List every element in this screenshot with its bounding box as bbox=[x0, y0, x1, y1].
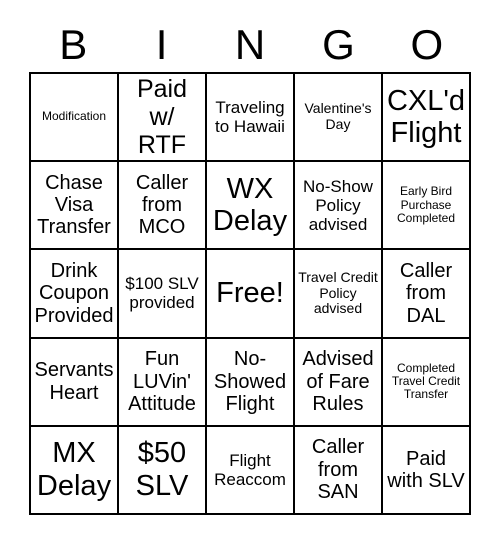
bingo-cell-label: $50 SLV bbox=[135, 437, 189, 502]
bingo-cell[interactable]: CXL'd Flight bbox=[383, 74, 471, 163]
bingo-cell-label: Flight Reaccom bbox=[214, 450, 286, 489]
bingo-cell-label: Travel Credit Policy advised bbox=[298, 268, 378, 317]
header-letter-n: N bbox=[234, 21, 266, 68]
bingo-grid: Modification Paid w/ RTF Traveling to Hawa… bbox=[29, 72, 471, 515]
bingo-cell[interactable]: Completed Travel Credit Transfer bbox=[383, 338, 471, 427]
bingo-cell-label: Valentine's Day bbox=[304, 100, 372, 133]
header-letter-b: B bbox=[59, 21, 88, 68]
bingo-cell[interactable]: Traveling to Hawaii bbox=[207, 74, 295, 163]
bingo-cell-label: No-Showed Flight bbox=[213, 348, 287, 415]
bingo-cell[interactable]: Servants Heart bbox=[31, 338, 119, 427]
bingo-cell-label: Fun LUVin' Attitude bbox=[128, 348, 196, 415]
bingo-cell-label: WX Delay bbox=[212, 172, 288, 238]
bingo-cell-label: Free! bbox=[216, 277, 284, 310]
bingo-cell[interactable]: Fun LUVin' Attitude bbox=[119, 338, 207, 427]
bingo-cell-label: MX Delay bbox=[36, 437, 112, 502]
bingo-cell[interactable]: Flight Reaccom bbox=[207, 426, 295, 515]
bingo-cell[interactable]: WX Delay bbox=[207, 162, 295, 251]
bingo-cell-label: Paid with SLV bbox=[387, 447, 465, 492]
bingo-cell-label: Caller from SAN bbox=[311, 436, 365, 504]
bingo-cell-label: Caller from DAL bbox=[399, 259, 453, 327]
bingo-cell[interactable]: Free! bbox=[207, 250, 295, 339]
bingo-cell[interactable]: Advised of Fare Rules bbox=[295, 338, 383, 427]
bingo-cell[interactable]: Modification bbox=[31, 74, 119, 163]
bingo-cell[interactable]: No-Show Policy advised bbox=[295, 162, 383, 251]
bingo-cell-label: Completed Travel Credit Transfer bbox=[391, 360, 461, 402]
bingo-cell[interactable]: Drink Coupon Provided bbox=[31, 250, 119, 339]
bingo-cell-label: Caller from MCO bbox=[135, 171, 189, 239]
bingo-header-row: B I N G O bbox=[29, 18, 471, 72]
bingo-cell-label: Servants Heart bbox=[34, 359, 114, 404]
bingo-cell-label: Traveling to Hawaii bbox=[215, 98, 285, 137]
bingo-cell-label: Early Bird Purchase Completed bbox=[396, 184, 456, 225]
header-letter-g: G bbox=[322, 21, 355, 68]
bingo-cell[interactable]: $100 SLV provided bbox=[119, 250, 207, 339]
header-letter-i: I bbox=[155, 21, 168, 68]
bingo-cell[interactable]: Early Bird Purchase Completed bbox=[383, 162, 471, 251]
bingo-cell-label: Paid w/ RTF bbox=[136, 75, 188, 160]
bingo-cell[interactable]: Valentine's Day bbox=[295, 74, 383, 163]
bingo-cell[interactable]: Caller from DAL bbox=[383, 250, 471, 339]
bingo-cell[interactable]: Travel Credit Policy advised bbox=[295, 250, 383, 339]
bingo-cell-label: Advised of Fare Rules bbox=[302, 348, 374, 415]
bingo-cell[interactable]: Paid w/ RTF bbox=[119, 74, 207, 163]
bingo-cell-label: Chase Visa Transfer bbox=[37, 171, 111, 239]
bingo-cell-label: Modification bbox=[41, 109, 107, 124]
bingo-card: B I N G O Modification Paid w/ RTF Traveli… bbox=[0, 0, 500, 544]
header-letter-o: O bbox=[410, 21, 444, 68]
bingo-cell[interactable]: Paid with SLV bbox=[383, 426, 471, 515]
bingo-cell[interactable]: MX Delay bbox=[31, 426, 119, 515]
bingo-cell[interactable]: Chase Visa Transfer bbox=[31, 162, 119, 251]
bingo-cell-label: CXL'd Flight bbox=[386, 84, 466, 150]
bingo-cell-label: Drink Coupon Provided bbox=[34, 259, 114, 327]
bingo-cell-label: $100 SLV provided bbox=[125, 274, 199, 313]
bingo-cell[interactable]: Caller from SAN bbox=[295, 426, 383, 515]
bingo-cell[interactable]: No-Showed Flight bbox=[207, 338, 295, 427]
bingo-cell[interactable]: $50 SLV bbox=[119, 426, 207, 515]
bingo-cell-label: No-Show Policy advised bbox=[303, 176, 373, 234]
bingo-cell[interactable]: Caller from MCO bbox=[119, 162, 207, 251]
